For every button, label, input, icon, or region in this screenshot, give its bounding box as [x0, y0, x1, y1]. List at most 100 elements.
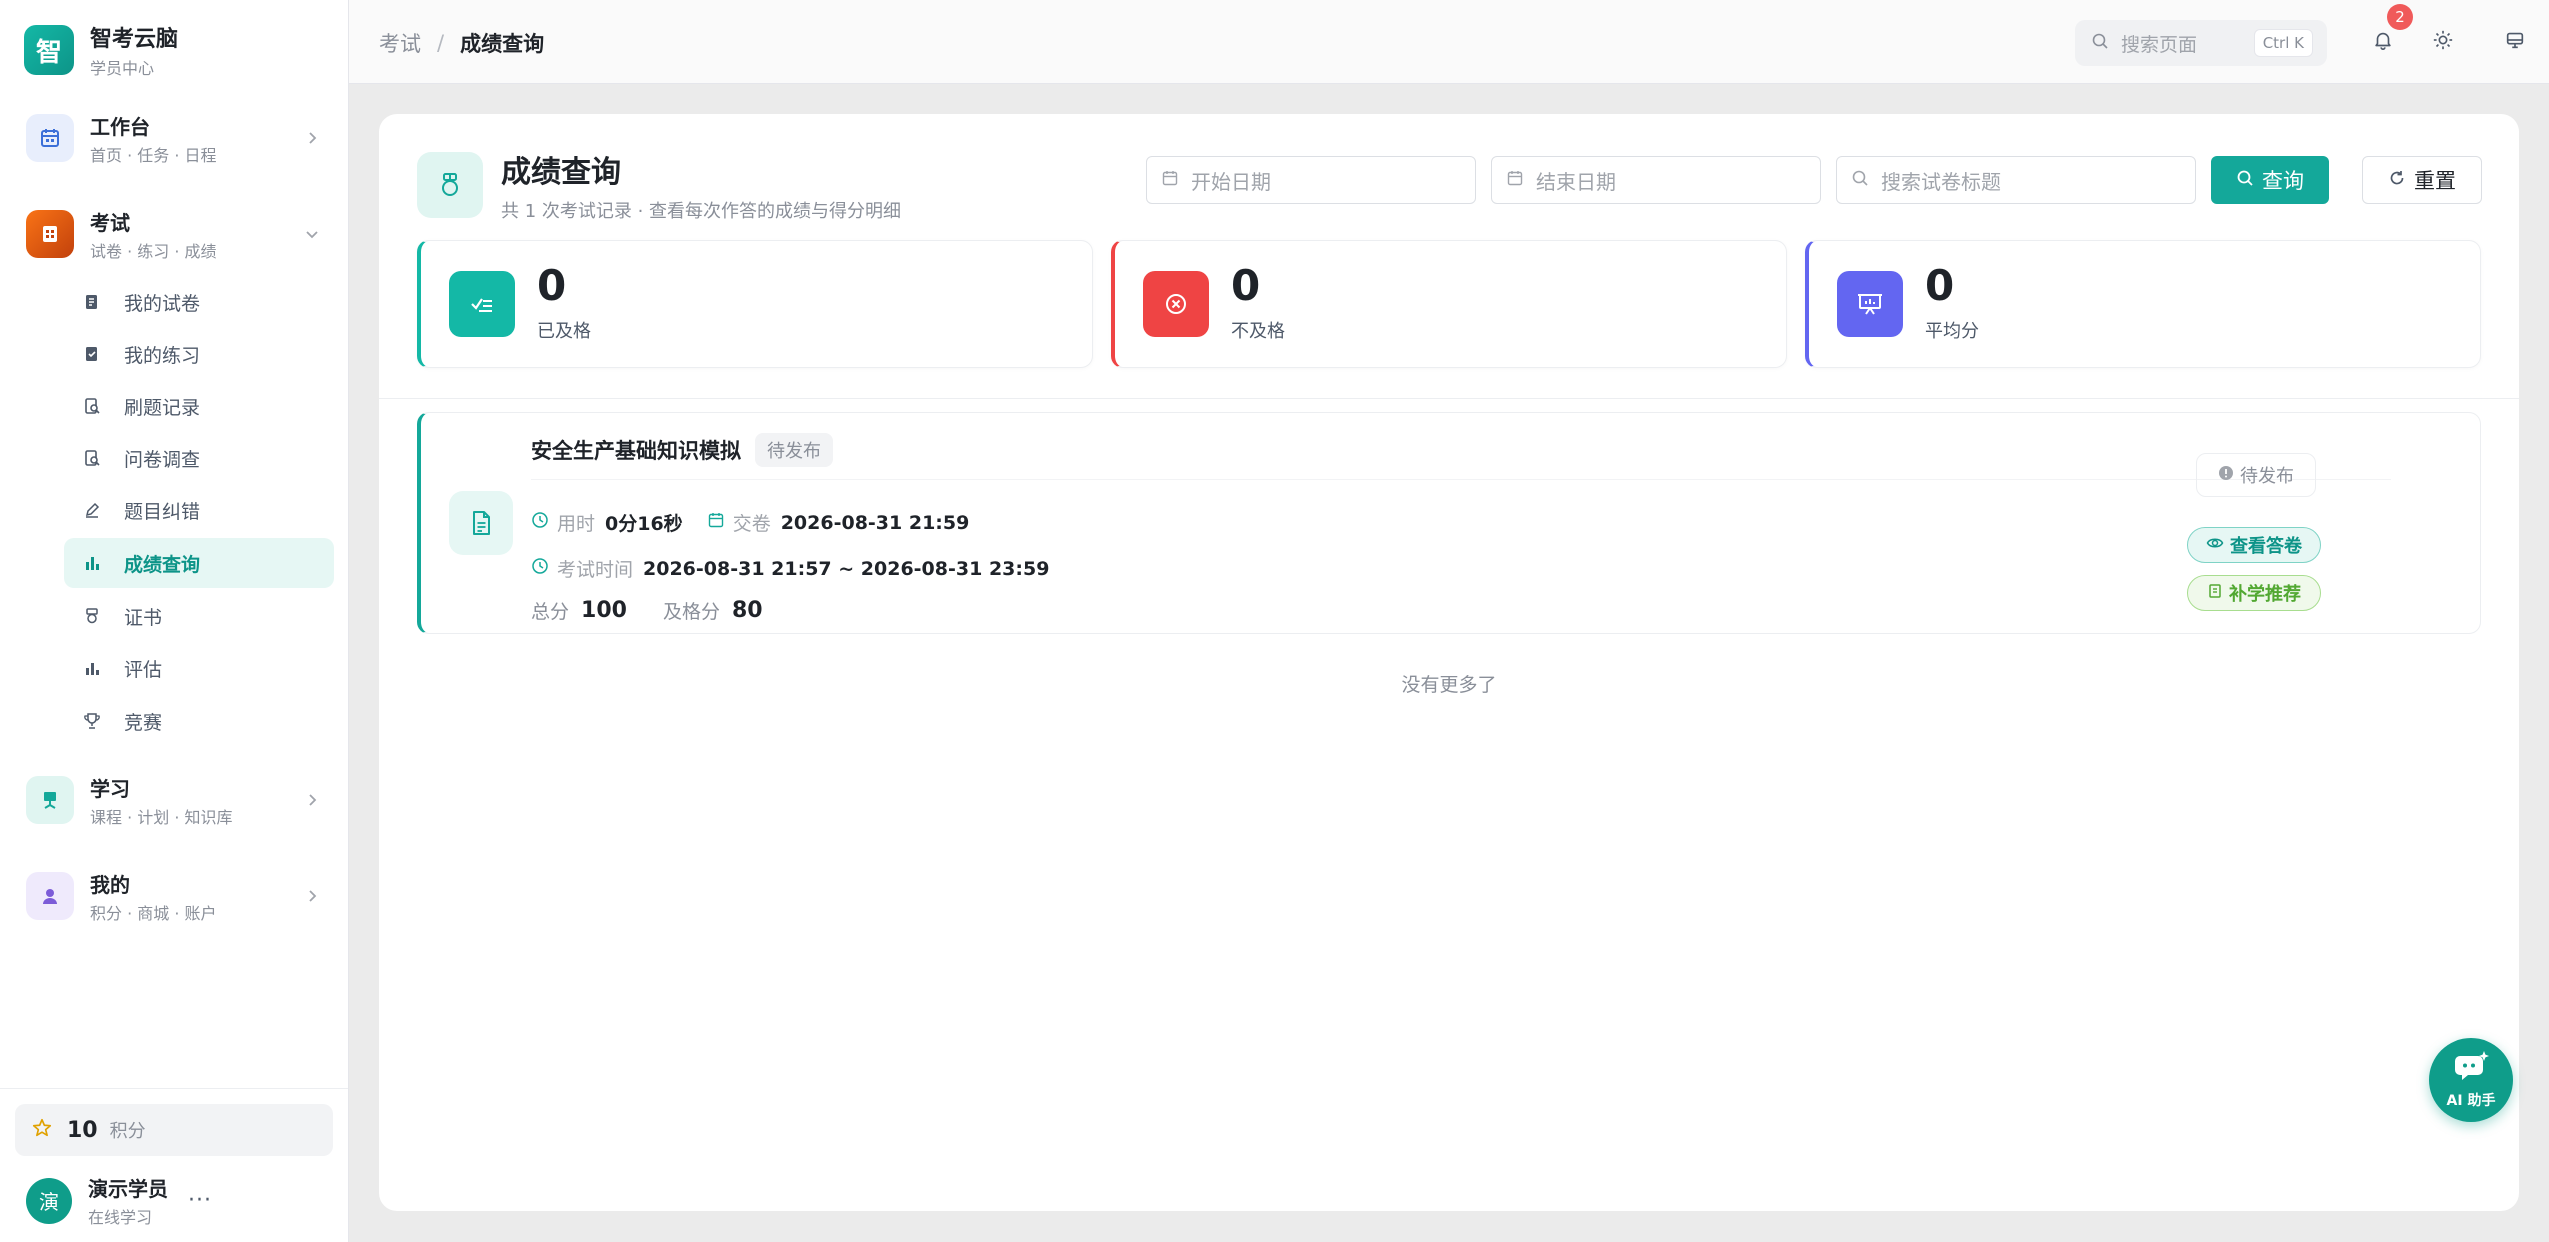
- brand-subtitle: 学员中心: [90, 59, 155, 78]
- view-answers-label: 查看答卷: [2230, 536, 2302, 557]
- sidebar-item-label: 我的练习: [124, 344, 201, 367]
- calendar-icon: [1506, 169, 1524, 191]
- sidebar-item-my-practice[interactable]: 我的练习: [64, 329, 334, 379]
- more-button[interactable]: ···: [188, 1188, 212, 1213]
- nav-title: 工作台: [90, 114, 150, 139]
- sidebar-item-label: 竞赛: [124, 711, 163, 734]
- page-header: 成绩查询 共 1 次考试记录 · 查看每次作答的成绩与得分明细: [417, 147, 901, 223]
- clock-icon: [531, 511, 549, 534]
- reset-label: 重置: [2414, 169, 2456, 193]
- user-profile[interactable]: 演 演示学员 在线学习 ···: [26, 1173, 212, 1228]
- pass-score-value: 80: [731, 598, 763, 623]
- exam-icon: [26, 210, 74, 258]
- sidebar-item-label: 刷题记录: [124, 396, 201, 419]
- ai-assistant-button[interactable]: AI 助手: [2429, 1038, 2513, 1122]
- recommend-study-label: 补学推荐: [2229, 584, 2301, 605]
- submit-label: 交卷: [732, 513, 771, 535]
- start-date-picker[interactable]: 开始日期: [1146, 156, 1476, 204]
- points-value: 10: [67, 1117, 98, 1143]
- calendar-icon: [26, 114, 74, 162]
- theme-toggle-button[interactable]: [2423, 22, 2463, 62]
- sidebar-item-evaluation[interactable]: 评估: [64, 643, 334, 693]
- nav-group-mine[interactable]: 我的 积分 · 商城 · 账户: [26, 868, 334, 924]
- exam-time-value: 2026-08-31 21:57 ~ 2026-08-31 23:59: [643, 557, 1050, 580]
- list-end-text: 没有更多了: [1401, 674, 1497, 696]
- nav-subtitle: 试卷 · 练习 · 成绩: [90, 241, 217, 261]
- sidebar-item-certificate[interactable]: 证书: [64, 591, 334, 641]
- end-date-placeholder: 结束日期: [1536, 169, 1616, 194]
- record-status-text: 待发布: [2240, 466, 2294, 487]
- medal-icon: [417, 152, 483, 218]
- paper-icon: [82, 292, 102, 312]
- sidebar-item-drill-records[interactable]: 刷题记录: [64, 381, 334, 431]
- sidebar-item-error-report[interactable]: 题目纠错: [64, 485, 334, 535]
- record-title: 安全生产基础知识模拟: [531, 439, 741, 463]
- notification-badge: 2: [2387, 4, 2413, 30]
- nav-title: 考试: [90, 210, 130, 235]
- exam-record-card[interactable]: 安全生产基础知识模拟 待发布 用时 0分16秒 交卷 2026-08-31 21…: [417, 412, 2481, 634]
- bar-chart-icon: [82, 658, 102, 678]
- survey-icon: [82, 448, 102, 468]
- ai-assistant-label: AI 助手: [2446, 1093, 2496, 1109]
- clock-icon: [531, 557, 549, 580]
- search-icon: [2236, 168, 2254, 192]
- user-icon: [26, 872, 74, 920]
- sidebar-item-competition[interactable]: 竞赛: [64, 696, 334, 746]
- bell-icon: [2372, 29, 2394, 55]
- nav-title: 我的: [90, 872, 130, 897]
- sidebar-footer: 10 积分 演 演示学员 在线学习 ···: [0, 1088, 348, 1242]
- record-duration-row: 用时 0分16秒 交卷 2026-08-31 21:59: [531, 509, 969, 536]
- view-answers-button[interactable]: 查看答卷: [2187, 527, 2321, 563]
- duration-label: 用时: [557, 513, 596, 535]
- sidebar-item-label: 证书: [124, 606, 163, 629]
- start-date-placeholder: 开始日期: [1191, 169, 1271, 194]
- medal-icon: [82, 606, 102, 626]
- stat-card-average: 0 平均分: [1805, 240, 2481, 368]
- top-header: 考试 / 成绩查询 搜索页面 Ctrl K 2: [349, 0, 2549, 84]
- notification-button[interactable]: 2: [2363, 4, 2413, 62]
- chevron-right-icon: [300, 126, 324, 150]
- breadcrumb-current: 成绩查询: [460, 32, 545, 56]
- stat-value: 0: [1925, 261, 1955, 310]
- brand[interactable]: 智 智考云脑 学员中心: [24, 24, 178, 78]
- sidebar-item-score-query[interactable]: 成绩查询: [64, 538, 334, 588]
- sidebar-item-label: 题目纠错: [124, 500, 201, 523]
- nav-group-study[interactable]: 学习 课程 · 计划 · 知识库: [26, 772, 334, 828]
- page-title: 成绩查询: [501, 155, 621, 190]
- record-exam-time-row: 考试时间 2026-08-31 21:57 ~ 2026-08-31 23:59: [531, 555, 1049, 582]
- search-placeholder: 搜索试卷标题: [1881, 169, 2001, 194]
- display-mode-button[interactable]: [2495, 22, 2535, 62]
- query-button[interactable]: 查询: [2211, 156, 2329, 204]
- practice-icon: [82, 344, 102, 364]
- nav-subtitle: 积分 · 商城 · 账户: [90, 903, 217, 923]
- recommend-study-button[interactable]: 补学推荐: [2187, 575, 2321, 611]
- sidebar-item-label: 评估: [124, 658, 163, 681]
- nav-subtitle: 课程 · 计划 · 知识库: [90, 807, 233, 827]
- chevron-right-icon: [300, 884, 324, 908]
- stat-label: 不及格: [1231, 321, 1285, 342]
- reset-button[interactable]: 重置: [2362, 156, 2482, 204]
- star-icon: [31, 1117, 53, 1143]
- points-card[interactable]: 10 积分: [15, 1104, 333, 1156]
- nav-group-exam[interactable]: 考试 试卷 · 练习 · 成绩: [26, 206, 334, 262]
- sidebar-item-my-papers[interactable]: 我的试卷: [64, 277, 334, 327]
- page-search[interactable]: 搜索页面 Ctrl K: [2075, 20, 2327, 66]
- presentation-icon: [26, 776, 74, 824]
- section-divider: [379, 398, 2519, 399]
- paper-title-search-input[interactable]: 搜索试卷标题: [1836, 156, 2196, 204]
- stat-label: 平均分: [1925, 321, 1979, 342]
- info-icon: [2218, 465, 2234, 486]
- breadcrumb: 考试 / 成绩查询: [379, 28, 544, 58]
- end-date-picker[interactable]: 结束日期: [1491, 156, 1821, 204]
- nav-group-workbench[interactable]: 工作台 首页 · 任务 · 日程: [26, 110, 334, 166]
- chevron-right-icon: [300, 788, 324, 812]
- book-icon: [2207, 583, 2223, 604]
- sun-icon: [2432, 29, 2454, 55]
- calendar-icon: [707, 511, 725, 534]
- stat-value: 0: [537, 261, 567, 310]
- sidebar-item-survey[interactable]: 问卷调查: [64, 433, 334, 483]
- sidebar: 智 智考云脑 学员中心 工作台 首页 · 任务 · 日程 考试 试卷 · 练习 …: [0, 0, 349, 1242]
- breadcrumb-parent[interactable]: 考试: [379, 28, 421, 58]
- stat-card-failed: 0 不及格: [1111, 240, 1787, 368]
- nav-title: 学习: [90, 776, 130, 801]
